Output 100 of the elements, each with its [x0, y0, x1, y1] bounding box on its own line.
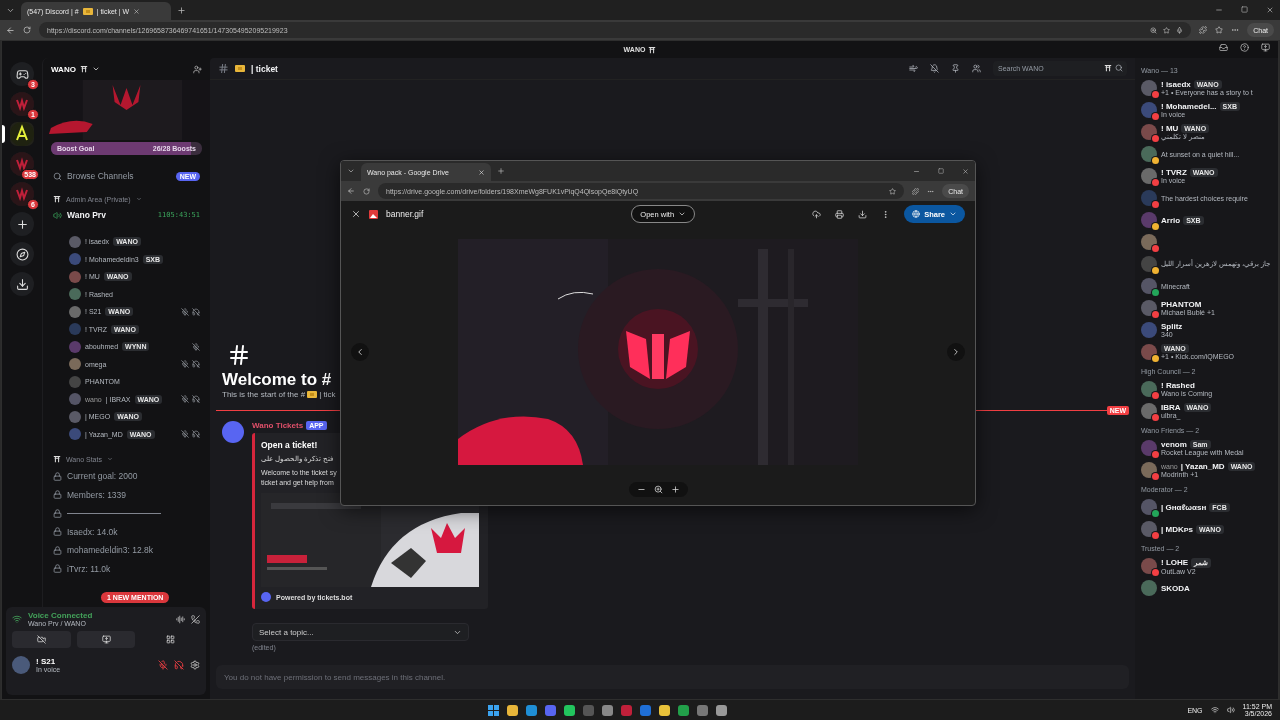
- close-icon[interactable]: [351, 209, 361, 219]
- avatar: [69, 270, 81, 283]
- lock-icon: [53, 564, 62, 574]
- tab-list-icon[interactable]: [347, 167, 355, 175]
- member-name: ! Rashed: [1161, 381, 1195, 390]
- lock-icon: [53, 508, 62, 518]
- reload-icon[interactable]: [23, 26, 31, 34]
- member-name: Splitz: [1161, 322, 1183, 331]
- download-icon[interactable]: [15, 277, 29, 291]
- close-icon[interactable]: [962, 167, 969, 175]
- file-name: banner.gif: [386, 209, 424, 219]
- member-name: ! TVRZ: [1161, 168, 1187, 177]
- browse-icon: [53, 171, 62, 181]
- back-icon[interactable]: [6, 25, 15, 35]
- back-icon[interactable]: [347, 187, 355, 195]
- speaker-icon: [53, 210, 62, 220]
- noise-icon[interactable]: [176, 614, 185, 624]
- notifications-icon[interactable]: [930, 64, 939, 73]
- app-icon[interactable]: [526, 704, 537, 716]
- zoom-icon[interactable]: [653, 485, 663, 494]
- avatar: [69, 340, 81, 353]
- caret-icon[interactable]: [91, 65, 100, 73]
- channel-name[interactable]: Members: 1339: [67, 489, 127, 500]
- invite-icon[interactable]: [193, 64, 202, 74]
- channel-name[interactable]: Current goal: 2000: [67, 471, 138, 482]
- caret-icon: [106, 456, 113, 462]
- members-icon[interactable]: [972, 64, 981, 73]
- settings-icon[interactable]: [190, 660, 200, 670]
- close-icon[interactable]: [1266, 6, 1274, 14]
- inbox-icon[interactable]: [1219, 43, 1228, 52]
- headphones-icon[interactable]: [174, 660, 184, 670]
- server-icon[interactable]: [10, 122, 34, 146]
- maximize-icon[interactable]: [938, 167, 944, 174]
- new-tab-icon[interactable]: [497, 167, 505, 175]
- avatar: [69, 253, 81, 266]
- wifi-icon[interactable]: [1210, 706, 1219, 714]
- app-icon[interactable]: [678, 704, 689, 716]
- ticket-icon: [235, 65, 245, 72]
- app-icon[interactable]: [602, 704, 613, 716]
- member-name: Arrio: [1161, 215, 1181, 225]
- server-name[interactable]: WANO: [51, 64, 76, 74]
- discover-icon[interactable]: [15, 247, 29, 261]
- channel-name[interactable]: iTvrz: 11.0k: [67, 563, 111, 574]
- help-icon[interactable]: [1240, 43, 1249, 52]
- star-icon[interactable]: [1163, 26, 1171, 34]
- new-tab-icon[interactable]: [177, 5, 186, 15]
- channel-name[interactable]: mohamedeldin3: 12.8k: [67, 545, 153, 556]
- member-row[interactable]: SKODA: [1139, 577, 1274, 599]
- topic-select[interactable]: Select a topic...: [252, 623, 469, 641]
- reload-icon[interactable]: [363, 187, 370, 195]
- screen-share-button[interactable]: [76, 631, 136, 648]
- download-icon[interactable]: [858, 209, 868, 219]
- search-icon[interactable]: [1115, 64, 1123, 72]
- screen-icon[interactable]: [1261, 43, 1270, 52]
- lock-icon: [53, 490, 62, 500]
- app-icon[interactable]: [716, 704, 727, 716]
- camera-off-icon: [36, 635, 46, 644]
- app-icon[interactable]: [564, 704, 575, 716]
- more-icon[interactable]: [1231, 26, 1240, 34]
- welcome-text: This is the start of the #: [222, 389, 306, 399]
- server-icon[interactable]: [10, 152, 34, 176]
- extensions-icon[interactable]: [912, 187, 920, 195]
- member-name: venom: [1161, 440, 1187, 449]
- app-icon[interactable]: [507, 704, 518, 716]
- zoom-icon[interactable]: [1150, 26, 1158, 34]
- member-name: ! Mohamedel...: [1161, 102, 1217, 111]
- torii-icon: [53, 455, 61, 463]
- grid-icon: [166, 635, 176, 644]
- windows-icon[interactable]: [488, 704, 499, 716]
- welcome-text: | tick: [319, 389, 336, 399]
- add-server-icon[interactable]: [15, 217, 29, 231]
- image-file-icon: [369, 209, 378, 219]
- extensions-icon[interactable]: [1199, 26, 1208, 34]
- member-name: | Yazan_MD: [1180, 462, 1225, 471]
- mic-icon[interactable]: [1176, 26, 1184, 34]
- screen-share-icon: [101, 635, 111, 644]
- zoom-in-icon[interactable]: [670, 485, 680, 494]
- disconnect-icon[interactable]: [191, 614, 200, 624]
- app-icon[interactable]: [659, 704, 670, 716]
- print-icon[interactable]: [835, 209, 845, 219]
- star-icon[interactable]: [889, 187, 897, 195]
- volume-icon[interactable]: [1226, 706, 1235, 714]
- member-name: IBRA: [1161, 403, 1181, 412]
- torii-icon: [53, 195, 61, 203]
- welcome-title: Welcome to #: [222, 369, 333, 390]
- camera-button[interactable]: [12, 631, 71, 648]
- close-icon[interactable]: [133, 7, 141, 15]
- channel-name[interactable]: Isaedx: 14.0k: [67, 526, 118, 537]
- favorites-icon[interactable]: [1215, 26, 1224, 34]
- bot-avatar: [222, 420, 244, 443]
- pin-icon[interactable]: [951, 64, 960, 73]
- maximize-icon[interactable]: [1241, 6, 1248, 13]
- chevron-right-icon: [951, 346, 961, 357]
- member-name: SKODA: [1161, 583, 1190, 593]
- add-to-drive-icon[interactable]: [812, 209, 822, 219]
- message-author[interactable]: Wano Tickets: [252, 420, 304, 430]
- caret-icon: [135, 196, 142, 202]
- microphone-icon[interactable]: [158, 660, 168, 670]
- caret-icon: [949, 210, 957, 218]
- embed-title: Open a ticket!: [261, 439, 319, 450]
